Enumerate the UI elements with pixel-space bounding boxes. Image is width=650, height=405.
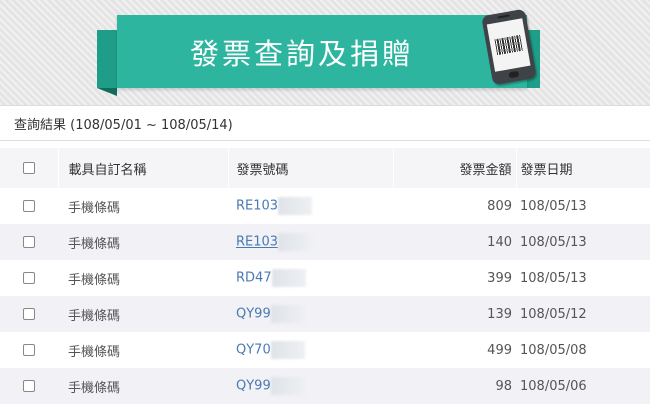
redaction-mask xyxy=(278,233,313,251)
invoice-amount: 98 xyxy=(393,368,516,404)
table-row: 手機條碼 QY99 139 108/05/12 xyxy=(0,296,650,332)
invoice-number-link[interactable]: QY70 xyxy=(236,343,271,358)
invoice-number-link[interactable]: RE103 xyxy=(236,199,278,214)
redaction-mask xyxy=(270,305,305,323)
result-table-container: 載具自訂名稱 發票號碼 發票金額 發票日期 手機條碼 RE103 809 108… xyxy=(0,141,650,405)
page-title: 發票查詢及捐贈 xyxy=(189,36,414,71)
column-header-date: 發票日期 xyxy=(516,148,650,188)
row-checkbox[interactable] xyxy=(23,200,35,212)
redaction-mask xyxy=(270,377,305,395)
column-header-amount: 發票金額 xyxy=(393,148,517,188)
row-checkbox[interactable] xyxy=(23,308,35,320)
carrier-name: 手機條碼 xyxy=(58,296,228,332)
invoice-date: 108/05/13 xyxy=(516,188,650,224)
select-all-cell xyxy=(0,148,59,188)
redaction-mask xyxy=(278,197,313,215)
phone-speaker xyxy=(497,14,510,19)
phone-home-button xyxy=(508,70,520,79)
invoice-table: 載具自訂名稱 發票號碼 發票金額 發票日期 手機條碼 RE103 809 108… xyxy=(0,148,650,404)
table-row: 手機條碼 RE103 809 108/05/13 xyxy=(0,188,650,224)
invoice-number-link[interactable]: RE103 xyxy=(236,235,278,250)
carrier-name: 手機條碼 xyxy=(58,224,228,260)
result-heading: 查詢結果 (108/05/01 ~ 108/05/14) xyxy=(14,117,233,133)
invoice-date: 108/05/13 xyxy=(516,224,650,260)
row-checkbox[interactable] xyxy=(23,272,35,284)
result-header: 查詢結果 (108/05/01 ~ 108/05/14) xyxy=(0,105,650,141)
redaction-mask xyxy=(270,341,305,359)
invoice-number-link[interactable]: QY99 xyxy=(236,307,271,322)
select-all-checkbox[interactable] xyxy=(22,162,35,174)
table-row: 手機條碼 QY70 499 108/05/08 xyxy=(0,332,650,368)
column-header-invoice: 發票號碼 xyxy=(228,148,394,188)
invoice-date: 108/05/12 xyxy=(516,296,650,332)
phone-screen xyxy=(486,18,531,72)
invoice-date: 108/05/08 xyxy=(516,332,650,368)
row-checkbox[interactable] xyxy=(23,380,35,392)
table-row: 手機條碼 RD47 399 108/05/13 xyxy=(0,260,650,296)
invoice-number-link[interactable]: RD47 xyxy=(236,271,272,286)
carrier-name: 手機條碼 xyxy=(58,188,228,224)
row-checkbox[interactable] xyxy=(23,236,35,248)
page-banner: 發票查詢及捐贈 xyxy=(117,15,527,88)
carrier-name: 手機條碼 xyxy=(58,368,228,404)
invoice-date: 108/05/13 xyxy=(516,260,650,296)
carrier-name: 手機條碼 xyxy=(58,332,228,368)
invoice-date: 108/05/06 xyxy=(516,368,650,404)
table-row: 手機條碼 RE103 140 108/05/13 xyxy=(0,224,650,260)
banner-ribbon-fold xyxy=(97,88,117,96)
invoice-amount: 139 xyxy=(393,296,516,332)
redaction-mask xyxy=(271,269,306,287)
invoice-amount: 399 xyxy=(393,260,516,296)
invoice-amount: 809 xyxy=(393,188,516,224)
invoice-number-link[interactable]: QY99 xyxy=(236,379,271,394)
barcode-icon xyxy=(494,34,523,56)
row-checkbox[interactable] xyxy=(23,344,35,356)
invoice-amount: 499 xyxy=(393,332,516,368)
table-row: 手機條碼 QY99 98 108/05/06 xyxy=(0,368,650,404)
invoice-amount: 140 xyxy=(393,224,516,260)
table-header-row: 載具自訂名稱 發票號碼 發票金額 發票日期 xyxy=(0,148,650,188)
column-header-carrier: 載具自訂名稱 xyxy=(58,148,229,188)
carrier-name: 手機條碼 xyxy=(58,260,228,296)
